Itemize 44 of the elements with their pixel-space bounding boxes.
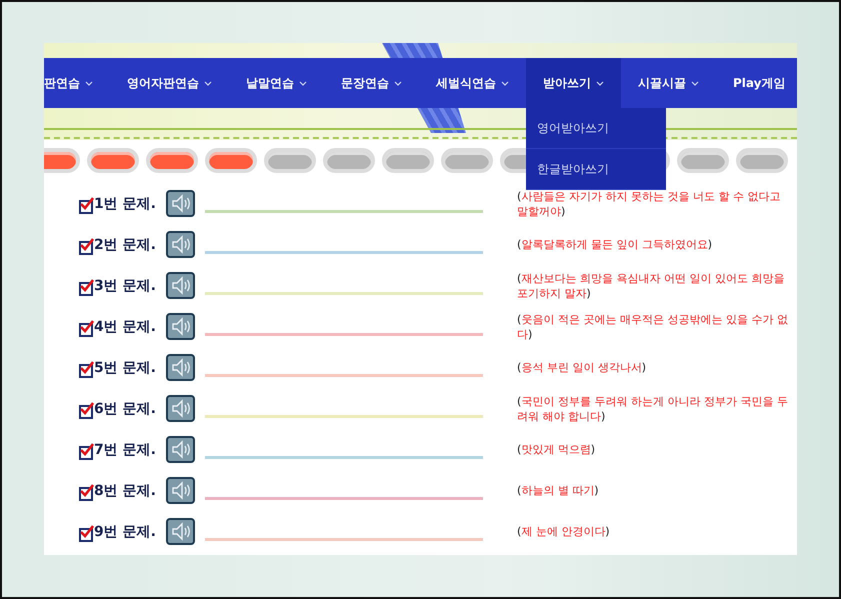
checkbox[interactable] [79, 528, 93, 542]
question-label: 5번 문제. [94, 358, 157, 376]
checkbox[interactable] [79, 404, 93, 418]
speaker-button[interactable] [166, 518, 195, 545]
checkbox[interactable] [79, 282, 93, 296]
question-label: 3번 문제. [94, 276, 157, 294]
nav-item[interactable]: 문장연습 [324, 58, 419, 108]
nav-item[interactable]: 시끌시끌 [621, 58, 716, 108]
hint-text: (응석 부린 일이 생각나서) [517, 360, 648, 375]
nav-item[interactable]: 판연습 [44, 58, 110, 108]
menu-item[interactable]: 영어받아쓰기 [526, 108, 666, 149]
hint-text: (알록달록하게 물든 잎이 그득하였어요) [517, 237, 714, 252]
speaker-button[interactable] [166, 436, 195, 463]
nav-item[interactable]: 세벌식연습 [419, 58, 526, 108]
speaker-button[interactable] [166, 231, 195, 258]
checkbox[interactable] [79, 200, 93, 214]
hint-text: (맛있게 먹으렴) [517, 442, 596, 457]
checkbox[interactable] [79, 322, 93, 336]
checkbox[interactable] [79, 364, 93, 378]
hint-text: (사람들은 자기가 하지 못하는 것을 너도 할 수 없다고 말할꺼야) [517, 188, 782, 218]
speaker-button[interactable] [166, 272, 195, 299]
hint-text: (재산보다는 희망을 욕심내자 어떤 일이 있어도 희망을 포기하지 말자) [517, 270, 786, 300]
checkbox[interactable] [79, 240, 93, 254]
nav-item[interactable]: Play게임 [716, 58, 797, 108]
speaker-button[interactable] [166, 395, 195, 422]
nav-item[interactable]: 영어자판연습 [110, 58, 229, 108]
question-label: 6번 문제. [94, 400, 157, 418]
speaker-button[interactable] [166, 354, 195, 381]
nav-item[interactable]: 낱말연습 [229, 58, 324, 108]
hint-text: (웃음이 적은 곳에는 매우적은 성공밖에는 있을 수가 없다) [517, 312, 789, 342]
hint-text: (제 눈에 안경이다) [517, 524, 611, 539]
hint-text: (국민이 정부를 두려워 하는게 아니라 정부가 국민을 두려워 해야 합니다) [517, 394, 789, 424]
question-label: 9번 문제. [94, 522, 157, 540]
speaker-button[interactable] [166, 313, 195, 340]
speaker-button[interactable] [166, 190, 195, 217]
question-label: 2번 문제. [94, 236, 157, 254]
question-label: 8번 문제. [94, 482, 157, 500]
question-label: 4번 문제. [94, 318, 157, 336]
question-label: 1번 문제. [94, 194, 157, 212]
checkbox[interactable] [79, 486, 93, 500]
hint-text: (하늘의 별 따기) [517, 483, 600, 498]
checkbox[interactable] [79, 446, 93, 460]
question-label: 7번 문제. [94, 440, 157, 458]
speaker-button[interactable] [166, 477, 195, 504]
